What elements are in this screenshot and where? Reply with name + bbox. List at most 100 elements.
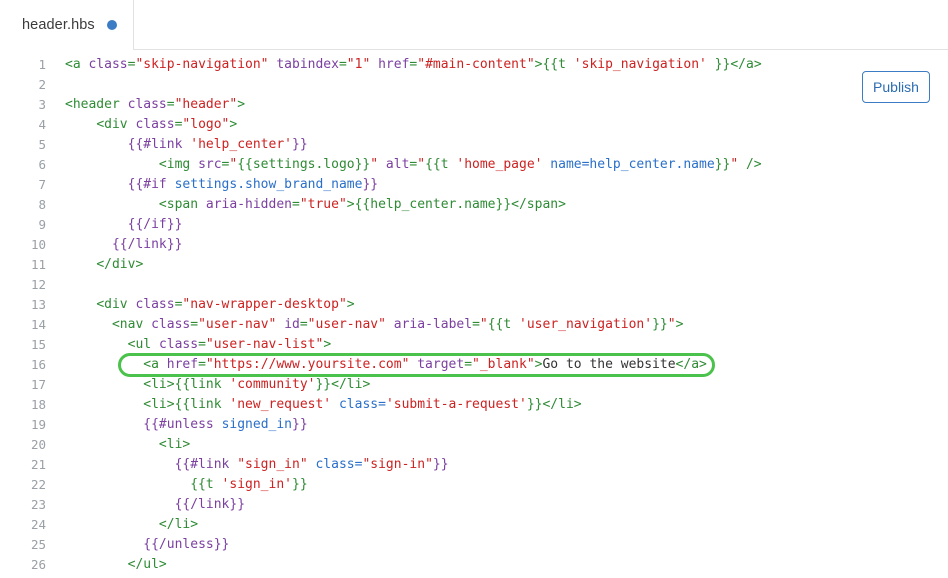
- token-str: "header": [174, 97, 238, 112]
- line-content: {{#if settings.show_brand_name}}: [46, 175, 378, 195]
- line-number: 10: [30, 237, 46, 252]
- tab-bar: header.hbs: [0, 0, 948, 50]
- line-number: 25: [30, 537, 46, 552]
- line-number: 12: [30, 277, 46, 292]
- token-hbg: }}: [706, 57, 731, 72]
- code-line[interactable]: 8 <span aria-hidden="true">{{help_center…: [0, 195, 948, 215]
- token-str: "user-nav-list": [205, 337, 324, 352]
- line-number: 18: [30, 397, 46, 412]
- code-line[interactable]: 10 {{/link}}: [0, 235, 948, 255]
- code-line[interactable]: 16 <a href="https://www.yoursite.com" ta…: [0, 353, 948, 377]
- token-hb: }}: [292, 137, 308, 152]
- code-line[interactable]: 22 {{t 'sign_in'}}: [0, 475, 948, 495]
- token-str: ": [730, 157, 739, 172]
- token-tag: =: [190, 317, 199, 332]
- token-tag: [276, 317, 284, 332]
- token-str: ": [479, 317, 488, 332]
- code-line[interactable]: 1 <a class="skip-navigation" tabindex="1"…: [0, 55, 948, 75]
- token-tag: <li>: [158, 437, 191, 452]
- token-tag: >: [323, 337, 332, 352]
- token-str: "sign-in": [362, 457, 433, 472]
- line-content: <span aria-hidden="true">{{help_center.n…: [46, 195, 566, 215]
- token-str: "https://www.yoursite.com": [205, 357, 410, 372]
- line-number: 23: [30, 497, 46, 512]
- code-line[interactable]: 6 <img src="{{settings.logo}}" alt="{{t …: [0, 155, 948, 175]
- token-hbg: }}: [315, 377, 332, 392]
- code-line[interactable]: 23 {{/link}}: [0, 495, 948, 515]
- token-hb: {{/link}}: [111, 237, 183, 252]
- token-tag: <li>: [143, 397, 175, 412]
- token-attr: class: [135, 297, 175, 312]
- line-content: {{t 'sign_in'}}: [46, 475, 307, 495]
- code-line[interactable]: 3 <header class="header">: [0, 95, 948, 115]
- code-line[interactable]: 19 {{#unless signed_in}}: [0, 415, 948, 435]
- token-attr: class: [88, 57, 128, 72]
- token-tag: </span>: [511, 197, 566, 212]
- line-number: 15: [30, 337, 46, 352]
- code-line[interactable]: 9 {{/if}}: [0, 215, 948, 235]
- token-str: 'skip_navigation': [573, 57, 707, 72]
- line-content: {{#link "sign_in" class="sign-in"}}: [46, 455, 449, 475]
- code-editor-pane[interactable]: 1 <a class="skip-navigation" tabindex="1"…: [0, 50, 948, 578]
- line-content: {{/link}}: [46, 495, 245, 515]
- token-str: "user-nav": [198, 317, 277, 332]
- line-number: 4: [38, 117, 46, 132]
- token-tag: <a: [143, 357, 167, 372]
- token-hb: {{/link}}: [174, 497, 246, 512]
- line-content: <header class="header">: [46, 95, 245, 115]
- line-number: 2: [38, 77, 46, 92]
- line-number: 7: [38, 177, 46, 192]
- token-hb: }}: [362, 177, 379, 192]
- code-line[interactable]: 26 </ul>: [0, 555, 948, 575]
- token-str: "skip-navigation": [135, 57, 269, 72]
- line-content: <nav class="user-nav" id="user-nav" aria…: [46, 315, 683, 335]
- token-str: ": [417, 157, 426, 172]
- code-line[interactable]: 2: [0, 75, 948, 95]
- token-tag: [331, 397, 339, 412]
- line-content: <img src="{{settings.logo}}" alt="{{t 'h…: [46, 155, 762, 175]
- token-hb: {{#link: [127, 137, 191, 152]
- code-line[interactable]: 14 <nav class="user-nav" id="user-nav" a…: [0, 315, 948, 335]
- code-line[interactable]: 18 <li>{{link 'new_request' class='submi…: [0, 395, 948, 415]
- code-line[interactable]: 11 </div>: [0, 255, 948, 275]
- token-tag: [378, 157, 386, 172]
- token-hbg: {{t: [487, 317, 520, 332]
- token-attr: aria-label: [393, 317, 473, 332]
- token-tag: <div: [96, 297, 136, 312]
- token-tag: [370, 57, 378, 72]
- token-hb: {{#unless: [143, 417, 222, 432]
- tab-header-hbs[interactable]: header.hbs: [0, 0, 134, 50]
- token-attr: id: [284, 317, 300, 332]
- tab-bar-empty-area: [133, 0, 948, 50]
- code-line[interactable]: 13 <div class="nav-wrapper-desktop">: [0, 295, 948, 315]
- token-attr: tabindex: [276, 57, 339, 72]
- line-number: 5: [38, 137, 46, 152]
- token-hbg: {{t: [425, 157, 457, 172]
- code-line[interactable]: 15 <ul class="user-nav-list">: [0, 335, 948, 355]
- line-content: <div class="logo">: [46, 115, 237, 135]
- code-line[interactable]: 12: [0, 275, 948, 295]
- line-content: {{/link}}: [46, 235, 182, 255]
- token-str: "user-nav": [307, 317, 386, 332]
- code-line[interactable]: 5 {{#link 'help_center'}}: [0, 135, 948, 155]
- token-tag: <a: [65, 57, 89, 72]
- code-line[interactable]: 24 </li>: [0, 515, 948, 535]
- line-number: 1: [38, 57, 46, 72]
- code-line[interactable]: 20 <li>: [0, 435, 948, 455]
- line-number: 14: [30, 317, 46, 332]
- token-hb: {{/unless}}: [143, 537, 230, 552]
- token-str: ": [667, 317, 676, 332]
- code-line[interactable]: 17 <li>{{link 'community'}}</li>: [0, 375, 948, 395]
- code-line[interactable]: 25 {{/unless}}: [0, 535, 948, 555]
- line-number: 24: [30, 517, 46, 532]
- token-attr: alt: [385, 157, 410, 172]
- publish-button[interactable]: Publish: [862, 71, 930, 103]
- code-line[interactable]: 7 {{#if settings.show_brand_name}}: [0, 175, 948, 195]
- code-line[interactable]: 21 {{#link "sign_in" class="sign-in"}}: [0, 455, 948, 475]
- code-line[interactable]: 4 <div class="logo">: [0, 115, 948, 135]
- code-editor-app: header.hbs Publish 1 <a class = "skip-navig…: [0, 0, 948, 578]
- token-tag: =: [464, 357, 473, 372]
- token-str: "nav-wrapper-desktop": [182, 297, 347, 312]
- token-str: 'community': [229, 377, 316, 392]
- line-number: 22: [30, 477, 46, 492]
